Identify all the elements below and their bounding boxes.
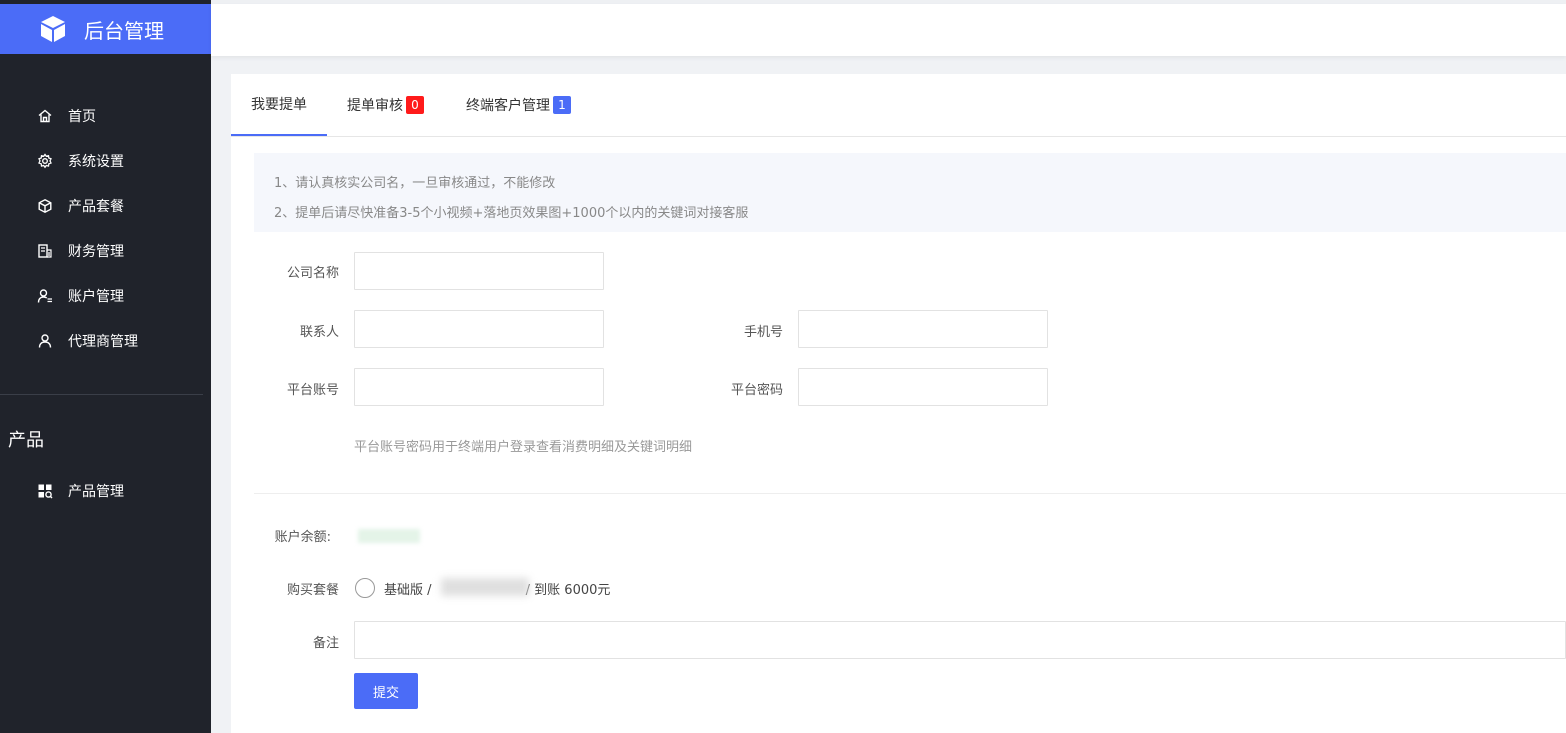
package-suffix: / 到账 6000元 <box>525 583 611 598</box>
contact-input[interactable] <box>354 310 604 348</box>
sidebar-item-label: 代理商管理 <box>68 333 138 350</box>
sidebar-nav: 首页 系统设置 产品套餐 财务管理 账户管理 代理商管理 <box>0 93 211 363</box>
phone-label: 手机号 <box>743 325 783 340</box>
client-count-badge: 1 <box>553 96 571 114</box>
platform-password-input[interactable] <box>798 368 1048 406</box>
tab-bar: 我要提单 提单审核 0 终端客户管理 1 <box>231 74 1566 137</box>
box-icon <box>37 198 53 214</box>
tab-label: 我要提单 <box>251 97 307 113</box>
sidebar-item-label: 账户管理 <box>68 288 124 305</box>
sidebar-item-label: 财务管理 <box>68 243 124 260</box>
gear-icon <box>37 152 53 169</box>
user-settings-icon <box>37 288 53 304</box>
sidebar-item-label: 产品管理 <box>68 483 124 500</box>
balance-value-redacted <box>358 529 420 543</box>
remark-label: 备注 <box>312 636 339 651</box>
notice-box: 1、请认真核实公司名，一旦审核通过，不能修改 2、提单后请尽快准备3-5个小视频… <box>254 153 1566 232</box>
notice-line-2: 2、提单后请尽快准备3-5个小视频+落地页效果图+1000个以内的关键词对接客服 <box>274 206 749 221</box>
sidebar-item-account[interactable]: 账户管理 <box>0 273 211 318</box>
cube-logo-icon <box>41 16 65 42</box>
package-price-redacted <box>441 578 529 596</box>
tab-label: 提单审核 <box>347 98 403 114</box>
sidebar-item-product-management[interactable]: 产品管理 <box>0 468 211 513</box>
tab-client-management[interactable]: 终端客户管理 1 <box>466 74 571 136</box>
balance-label: 账户余额: <box>274 530 331 545</box>
sidebar-item-label: 首页 <box>68 108 96 125</box>
company-name-label: 公司名称 <box>286 266 339 281</box>
app-title: 后台管理 <box>84 18 164 43</box>
sidebar-item-home[interactable]: 首页 <box>0 93 211 138</box>
main-card: 我要提单 提单审核 0 终端客户管理 1 1、请认真核实公司名，一旦审核通过，不… <box>231 74 1566 733</box>
top-header <box>211 4 1566 56</box>
platform-password-label: 平台密码 <box>730 383 783 398</box>
submit-button[interactable]: 提交 <box>354 673 418 709</box>
account-hint: 平台账号密码用于终端用户登录查看消费明细及关键词明细 <box>354 440 693 455</box>
sidebar-item-agents[interactable]: 代理商管理 <box>0 318 211 363</box>
sidebar-item-settings[interactable]: 系统设置 <box>0 138 211 183</box>
ledger-icon <box>37 243 53 259</box>
package-prefix: 基础版 / <box>384 583 436 598</box>
sidebar-item-finance[interactable]: 财务管理 <box>0 228 211 273</box>
package-label: 购买套餐 <box>286 583 339 598</box>
tab-label: 终端客户管理 <box>466 98 550 114</box>
contact-label: 联系人 <box>299 325 339 340</box>
logo-bar[interactable]: 后台管理 <box>0 4 211 54</box>
sidebar-item-packages[interactable]: 产品套餐 <box>0 183 211 228</box>
tab-order-review[interactable]: 提单审核 0 <box>347 74 424 136</box>
company-name-input[interactable] <box>354 252 604 290</box>
platform-account-label: 平台账号 <box>286 383 339 398</box>
remark-input[interactable] <box>354 621 1566 659</box>
grid-search-icon <box>37 483 53 499</box>
home-icon <box>37 108 53 124</box>
sidebar-nav-products: 产品管理 <box>0 468 211 513</box>
sidebar-section-title: 产品 <box>8 430 44 451</box>
notice-line-1: 1、请认真核实公司名，一旦审核通过，不能修改 <box>274 176 556 191</box>
phone-input[interactable] <box>798 310 1048 348</box>
tab-submit-order[interactable]: 我要提单 <box>231 74 327 136</box>
sidebar-item-label: 系统设置 <box>68 153 124 170</box>
user-icon <box>37 333 53 349</box>
platform-account-input[interactable] <box>354 368 604 406</box>
form-separator <box>254 493 1566 494</box>
review-count-badge: 0 <box>406 96 424 114</box>
sidebar-item-label: 产品套餐 <box>68 198 124 215</box>
package-radio[interactable] <box>355 578 375 598</box>
sidebar: 后台管理 首页 系统设置 产品套餐 财务管理 账户管理 代理商管理 产品 产品管… <box>0 0 211 733</box>
sidebar-divider <box>0 394 203 395</box>
